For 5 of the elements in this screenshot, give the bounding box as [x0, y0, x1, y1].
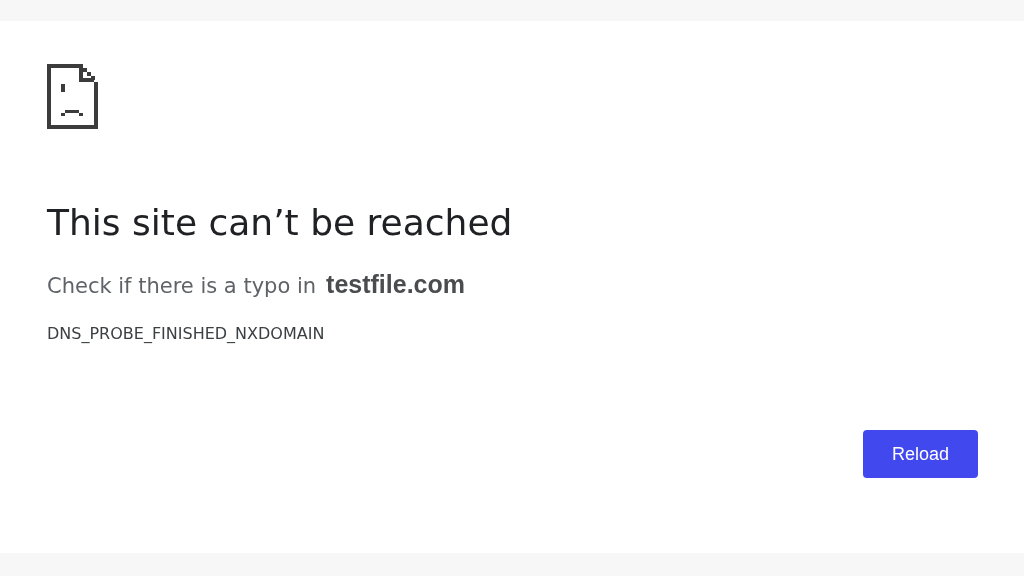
sad-document-icon: [47, 64, 98, 129]
error-message: Check if there is a typo in testfile.com: [47, 269, 466, 300]
error-code: DNS_PROBE_FINISHED_NXDOMAIN: [47, 324, 326, 344]
reload-button[interactable]: Reload: [863, 430, 978, 478]
error-heading: This site can’t be reached: [47, 201, 514, 245]
